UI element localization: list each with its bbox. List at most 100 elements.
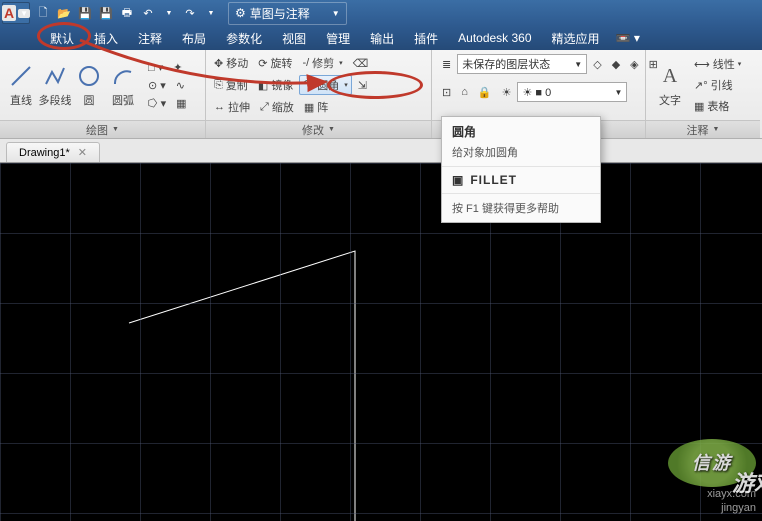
fillet-icon: ⌒ bbox=[303, 77, 314, 93]
drawing-tab-1[interactable]: Drawing1*✕ bbox=[6, 142, 100, 162]
undo-icon[interactable]: ↶ bbox=[139, 4, 157, 22]
chevron-down-icon: ▼ bbox=[332, 9, 340, 18]
layer-tool-3[interactable]: ◈ bbox=[626, 56, 642, 73]
tab-default[interactable]: 默认 bbox=[40, 26, 84, 51]
rotate-button[interactable]: ⟳旋转 bbox=[254, 53, 296, 73]
arc-button[interactable]: 圆弧 bbox=[106, 62, 140, 108]
tab-manage[interactable]: 管理 bbox=[316, 26, 360, 51]
draw-tool-4[interactable]: ∿ bbox=[172, 77, 189, 94]
layer-state-dropdown[interactable]: 未保存的图层状态▼ bbox=[457, 54, 587, 74]
copy-button[interactable]: ⎘复制 bbox=[210, 75, 252, 95]
panel-modify: ✥移动 ⟳旋转 -/修剪▾ ⌫ ⎘复制 ◧镜像 ⌒圆角▾ ⇲ ↔拉伸 ⤢缩放 ▦… bbox=[206, 50, 432, 138]
stretch-button[interactable]: ↔拉伸 bbox=[210, 97, 254, 117]
layer-prop-button[interactable]: ≣ bbox=[438, 56, 455, 73]
layer-tool-b[interactable]: ⌂ bbox=[457, 84, 472, 100]
explode-button[interactable]: ⇲ bbox=[354, 77, 371, 94]
tab-annotate[interactable]: 注释 bbox=[128, 26, 172, 51]
leader-button[interactable]: ↗°引线 bbox=[690, 75, 737, 95]
drawn-polyline bbox=[0, 163, 762, 521]
gear-icon: ⚙ bbox=[235, 6, 246, 20]
rotate-icon: ⟳ bbox=[258, 57, 267, 70]
polyline-icon bbox=[41, 62, 69, 90]
dim-linear-button[interactable]: ⟷线性▾ bbox=[690, 54, 745, 74]
undo-dropdown-icon[interactable]: ▼ bbox=[160, 4, 178, 22]
linear-icon: ⟷ bbox=[694, 58, 710, 71]
layer-tool-c[interactable]: 🔒 bbox=[474, 84, 496, 101]
scale-button[interactable]: ⤢缩放 bbox=[256, 97, 298, 117]
workspace-switcher[interactable]: ⚙ 草图与注释 ▼ bbox=[228, 2, 347, 25]
tab-featured[interactable]: 精选应用 bbox=[542, 26, 610, 51]
panel-annotate-title[interactable]: 注释▼ bbox=[646, 120, 760, 138]
tab-output[interactable]: 输出 bbox=[360, 26, 404, 51]
tab-plugin[interactable]: 插件 bbox=[404, 26, 448, 51]
table-button[interactable]: ▦表格 bbox=[690, 96, 733, 116]
tab-autodesk360[interactable]: Autodesk 360 bbox=[448, 27, 541, 49]
redo-icon[interactable]: ↷ bbox=[181, 4, 199, 22]
line-button[interactable]: 直线 bbox=[4, 62, 38, 108]
line-icon bbox=[7, 62, 35, 90]
panel-annotate: A 文字 ⟷线性▾ ↗°引线 ▦表格 注释▼ bbox=[646, 50, 760, 138]
tab-view[interactable]: 视图 bbox=[272, 26, 316, 51]
tab-layout[interactable]: 布局 bbox=[172, 26, 216, 51]
mirror-icon: ◧ bbox=[258, 79, 268, 92]
copy-icon: ⎘ bbox=[214, 79, 223, 92]
new-file-icon[interactable]: 🗋 bbox=[34, 4, 52, 22]
layer-tool-d[interactable]: ☀ bbox=[498, 84, 516, 101]
arc-icon bbox=[109, 62, 137, 90]
menu-bar: 默认 插入 注释 布局 参数化 视图 管理 输出 插件 Autodesk 360… bbox=[0, 26, 762, 50]
save-icon[interactable]: 💾 bbox=[76, 4, 94, 22]
array-icon: ▦ bbox=[304, 101, 314, 114]
ribbon: 直线 多段线 圆 圆弧 □ ▾ ✦ ⊙ ▾ ∿ bbox=[0, 50, 762, 139]
fillet-tooltip: 圆角 给对象加圆角 ▣ FILLET 按 F1 键获得更多帮助 bbox=[441, 116, 601, 223]
tab-insert[interactable]: 插入 bbox=[84, 26, 128, 51]
table-icon: ▦ bbox=[694, 100, 704, 113]
draw-tool-1[interactable]: □ ▾ bbox=[144, 59, 167, 76]
text-button[interactable]: A 文字 bbox=[650, 62, 690, 108]
layers-icon: ≣ bbox=[442, 58, 451, 71]
tab-parametric[interactable]: 参数化 bbox=[216, 26, 272, 51]
tooltip-title: 圆角 bbox=[442, 117, 600, 142]
tooltip-command: ▣ FILLET bbox=[442, 166, 600, 193]
drawing-canvas[interactable]: // placeholder – grid generated below af… bbox=[0, 163, 762, 521]
autocad-a-icon: A bbox=[2, 5, 16, 21]
saveas-icon[interactable]: 💾 bbox=[97, 4, 115, 22]
move-icon: ✥ bbox=[214, 57, 223, 70]
circle-icon bbox=[75, 62, 103, 90]
open-file-icon[interactable]: 📂 bbox=[55, 4, 73, 22]
fillet-button[interactable]: ⌒圆角▾ bbox=[299, 75, 352, 95]
quick-access-toolbar: 🗋 📂 💾 💾 🖶 ↶ ▼ ↷ ▼ bbox=[34, 4, 220, 22]
panel-modify-title[interactable]: 修改▼ bbox=[206, 120, 431, 138]
tooltip-help: 按 F1 键获得更多帮助 bbox=[442, 193, 600, 222]
draw-tool-5[interactable]: ⭔ ▾ bbox=[144, 95, 170, 112]
draw-tool-6[interactable]: ▦ bbox=[172, 95, 190, 112]
panel-draw: 直线 多段线 圆 圆弧 □ ▾ ✦ ⊙ ▾ ∿ bbox=[0, 50, 206, 138]
command-icon: ▣ bbox=[452, 173, 464, 187]
trim-button[interactable]: -/修剪▾ bbox=[298, 53, 346, 73]
array-button[interactable]: ▦阵 bbox=[300, 97, 332, 117]
draw-tool-3[interactable]: ⊙ ▾ bbox=[144, 77, 170, 94]
panel-draw-title[interactable]: 绘图▼ bbox=[0, 120, 205, 138]
circle-button[interactable]: 圆 bbox=[72, 62, 106, 108]
move-button[interactable]: ✥移动 bbox=[210, 53, 252, 73]
drawing-tabs: Drawing1*✕ bbox=[0, 139, 762, 163]
workspace-label: 草图与注释 bbox=[250, 5, 310, 22]
trim-icon: -/ bbox=[302, 57, 309, 69]
erase-button[interactable]: ⌫ bbox=[349, 55, 373, 72]
draw-tool-2[interactable]: ✦ bbox=[169, 59, 186, 76]
mirror-button[interactable]: ◧镜像 bbox=[254, 75, 297, 95]
scale-icon: ⤢ bbox=[260, 101, 269, 114]
polyline-button[interactable]: 多段线 bbox=[38, 62, 72, 108]
layer-current-dropdown[interactable]: ☀ ■ 0▼ bbox=[517, 82, 627, 102]
menu-expand-icon[interactable]: 📼 ▾ bbox=[610, 27, 646, 49]
layer-tool-2[interactable]: ◆ bbox=[608, 56, 624, 73]
text-icon: A bbox=[656, 62, 684, 90]
redo-dropdown-icon[interactable]: ▼ bbox=[202, 4, 220, 22]
chevron-down-icon: ▼ bbox=[18, 9, 30, 18]
title-bar: A▼ 🗋 📂 💾 💾 🖶 ↶ ▼ ↷ ▼ ⚙ 草图与注释 ▼ bbox=[0, 0, 762, 26]
app-menu-button[interactable]: A▼ bbox=[2, 2, 30, 24]
explode-icon: ⇲ bbox=[358, 79, 367, 92]
close-tab-icon[interactable]: ✕ bbox=[78, 147, 87, 159]
layer-tool-a[interactable]: ⊡ bbox=[438, 84, 455, 101]
print-icon[interactable]: 🖶 bbox=[118, 4, 136, 22]
layer-tool-1[interactable]: ◇ bbox=[589, 56, 605, 73]
